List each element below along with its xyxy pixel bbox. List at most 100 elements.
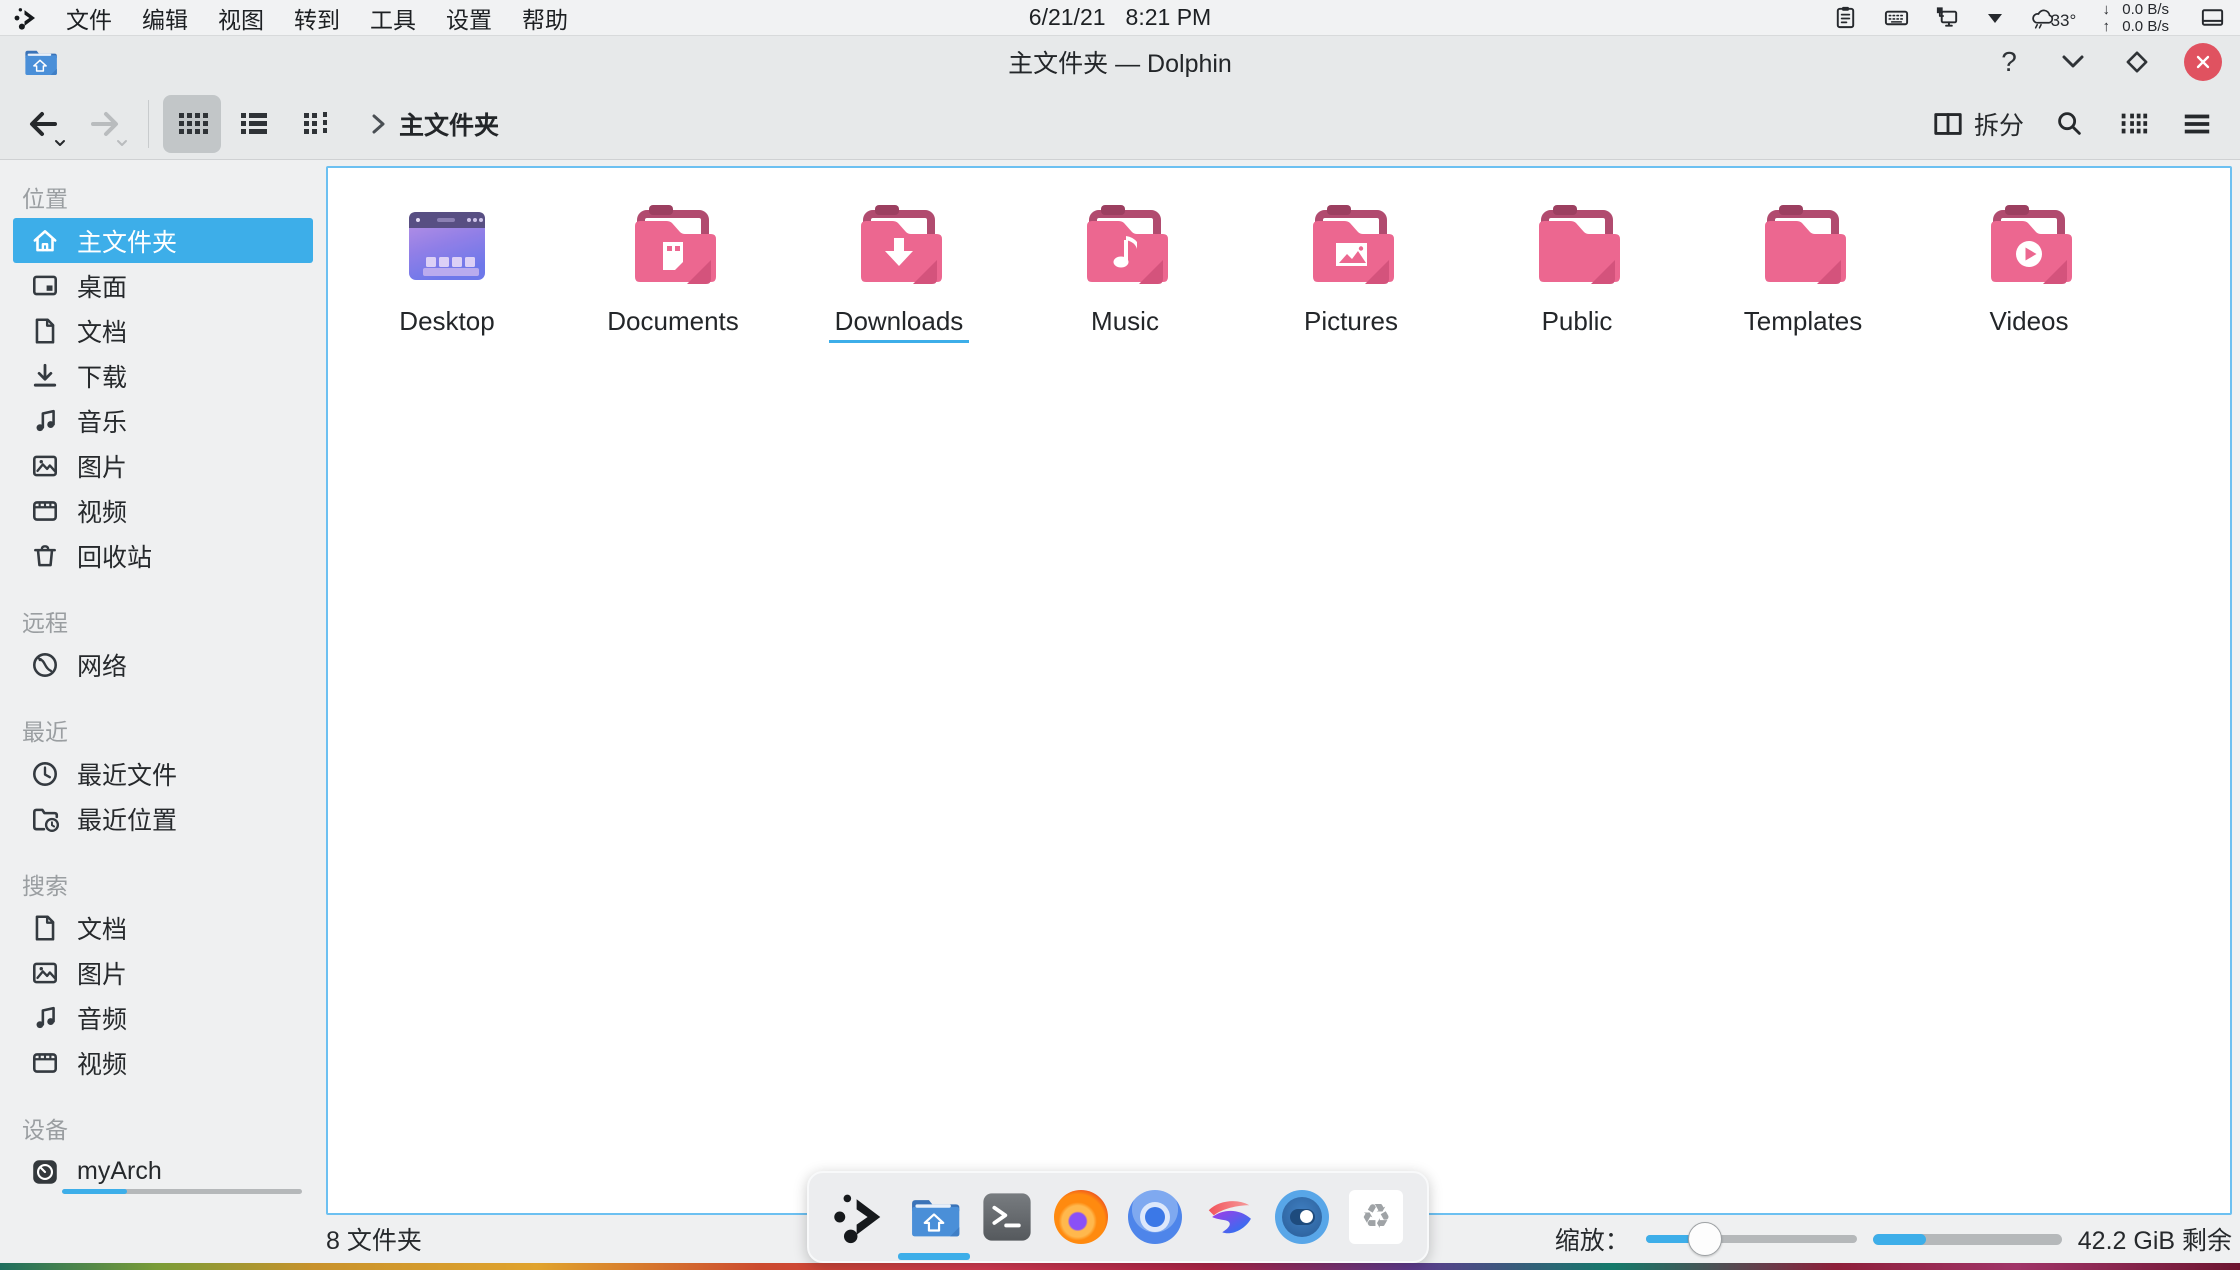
help-button[interactable]: ? (1992, 45, 2026, 79)
sidebar-item-downloads[interactable]: 下载 (13, 353, 313, 398)
dock-item-kde-launcher[interactable] (831, 1188, 889, 1246)
dock-item-trash[interactable]: ♻ (1347, 1188, 1405, 1246)
sidebar-item-search-videos[interactable]: 视频 (13, 1040, 313, 1085)
sidebar-item-home[interactable]: 主文件夹 (13, 218, 313, 263)
view-compact-button[interactable] (2106, 97, 2160, 151)
split-view-button[interactable]: 拆分 (1924, 100, 2032, 148)
document-icon (30, 316, 60, 346)
music-icon (30, 1003, 60, 1033)
sidebar-item-myarch[interactable]: myArch (13, 1149, 313, 1194)
folder-item-downloads[interactable]: Downloads (786, 198, 1012, 343)
menu-button[interactable] (2170, 97, 2224, 151)
dolphin-app-icon (22, 44, 58, 80)
dock-item-media-player[interactable] (1274, 1188, 1332, 1246)
toolbar-separator (148, 100, 149, 148)
folder-item-pictures[interactable]: Pictures (1238, 198, 1464, 343)
folder-item-label: Public (1536, 306, 1619, 343)
folder-item-music[interactable]: Music (1012, 198, 1238, 343)
dock-item-firefox-browser[interactable] (1052, 1188, 1110, 1246)
split-view-icon (1932, 108, 1964, 140)
dock-item-dolphin-file-manager[interactable] (905, 1188, 963, 1246)
sidebar-item-label: myArch (77, 1157, 162, 1186)
view-details-button[interactable] (287, 95, 345, 153)
sidebar-item-documents[interactable]: 文档 (13, 308, 313, 353)
folder-downloads-icon (851, 198, 947, 294)
folder-item-label: Documents (601, 306, 745, 343)
caret-down-icon[interactable] (1985, 8, 2005, 28)
sidebar-item-music[interactable]: 音乐 (13, 398, 313, 443)
sidebar-section-4: 设备myArch (0, 1111, 326, 1194)
weather-widget[interactable]: 33° (2029, 4, 2077, 31)
menu-item-go[interactable]: 转到 (282, 0, 352, 37)
close-button[interactable] (2184, 43, 2222, 81)
sidebar-item-desktop[interactable]: 桌面 (13, 263, 313, 308)
globe-icon (30, 650, 60, 680)
clipboard-icon[interactable] (1832, 4, 1859, 31)
dock-item-konsole-terminal[interactable] (979, 1188, 1037, 1246)
sidebar-item-trash[interactable]: 回收站 (13, 533, 313, 578)
sidebar-item-network[interactable]: 网络 (13, 642, 313, 687)
back-arrow-icon (26, 107, 60, 141)
toggle-app-icon (1275, 1190, 1329, 1244)
sidebar-item-search-images[interactable]: 图片 (13, 950, 313, 995)
recycle-bin-icon: ♻ (1349, 1190, 1403, 1244)
sidebar-section-title: 搜索 (0, 867, 326, 905)
clock-icon (30, 759, 60, 789)
back-button[interactable] (18, 99, 68, 149)
view-grid-button[interactable] (163, 95, 221, 153)
sidebar-item-pictures[interactable]: 图片 (13, 443, 313, 488)
folder-item-public[interactable]: Public (1464, 198, 1690, 343)
folder-item-desktop[interactable]: Desktop (334, 198, 560, 343)
image-icon (30, 958, 60, 988)
places-panel: 位置主文件夹桌面文档下载音乐图片视频回收站远程网络最近最近文件最近位置搜索文档图… (0, 160, 326, 1215)
folder-item-label: Downloads (829, 306, 970, 343)
menu-item-file[interactable]: 文件 (54, 0, 124, 37)
down-arrow-icon: ↓ (2100, 1, 2112, 18)
folder-count: 8 文件夹 (326, 1221, 422, 1257)
maximize-button[interactable] (2120, 45, 2154, 79)
net-up-speed: 0.0 B/s (2122, 18, 2169, 35)
sidebar-item-label: 最近文件 (77, 756, 177, 792)
menu-item-tools[interactable]: 工具 (358, 0, 428, 37)
folder-item-documents[interactable]: Documents (560, 198, 786, 343)
sidebar-item-search-audio[interactable]: 音频 (13, 995, 313, 1040)
menu-item-help[interactable]: 帮助 (510, 0, 580, 37)
desktop-special-folder-icon (399, 198, 495, 294)
top-panel: 文件编辑视图转到工具设置帮助 6/21/21 8:21 PM 33° ↓ 0.0… (0, 0, 2240, 36)
dock-item-chromium-browser[interactable] (1126, 1188, 1184, 1246)
folder-videos-icon (1981, 198, 2077, 294)
sidebar-section-title: 位置 (0, 180, 326, 218)
menu-item-settings[interactable]: 设置 (434, 0, 504, 37)
zoom-label: 缩放： (1555, 1221, 1630, 1257)
folder-view[interactable]: Desktop Documents Downloads Music Pictur… (326, 166, 2232, 1215)
blue-folder-home-icon (907, 1190, 961, 1244)
sidebar-item-search-documents[interactable]: 文档 (13, 905, 313, 950)
sidebar-item-recent-files[interactable]: 最近文件 (13, 751, 313, 796)
search-button[interactable] (2042, 97, 2096, 151)
up-arrow-icon: ↑ (2100, 18, 2112, 35)
network-speed-widget[interactable]: ↓ 0.0 B/s ↑ 0.0 B/s (2100, 1, 2169, 35)
forward-button[interactable] (80, 99, 130, 149)
zoom-slider-handle[interactable] (1688, 1222, 1722, 1256)
menu-item-edit[interactable]: 编辑 (130, 0, 200, 37)
disk-usage-fill (1873, 1234, 1926, 1245)
forward-arrow-icon (88, 107, 122, 141)
sidebar-item-recent-locations[interactable]: 最近位置 (13, 796, 313, 841)
keyboard-icon[interactable] (1883, 4, 1910, 31)
kde-launcher-icon[interactable] (14, 6, 38, 30)
folder-item-videos[interactable]: Videos (1916, 198, 2142, 343)
clock[interactable]: 6/21/21 8:21 PM (1029, 4, 1211, 31)
show-desktop-icon[interactable] (2199, 4, 2226, 31)
forward-history-chevron-icon (116, 139, 128, 147)
breadcrumb[interactable]: 主文件夹 (399, 106, 499, 142)
network-monitor-icon[interactable] (1934, 4, 1961, 31)
view-list-button[interactable] (225, 95, 283, 153)
sidebar-item-videos[interactable]: 视频 (13, 488, 313, 533)
sidebar-item-label: 视频 (77, 1045, 127, 1081)
menu-item-view[interactable]: 视图 (206, 0, 276, 37)
minimize-button[interactable] (2056, 45, 2090, 79)
view-compact-icon (2117, 108, 2149, 140)
zoom-slider[interactable] (1646, 1222, 1857, 1256)
dock-item-swoosh-app[interactable] (1200, 1188, 1258, 1246)
folder-item-templates[interactable]: Templates (1690, 198, 1916, 343)
